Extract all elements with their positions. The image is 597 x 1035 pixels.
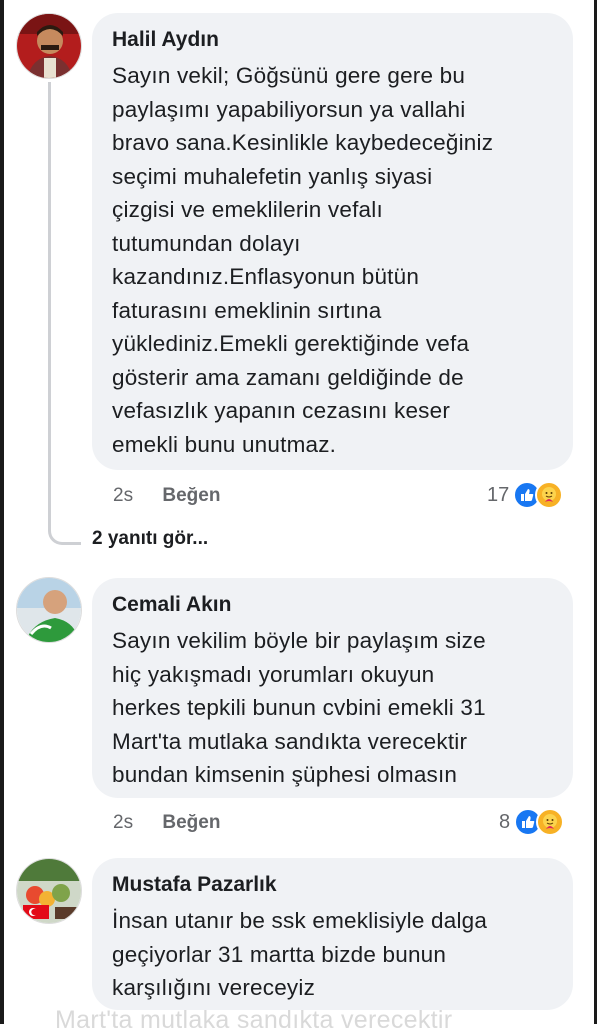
- partial-bottom-text: Mart'ta mutlaka sandıkta verecektir: [55, 1006, 453, 1034]
- comment-text: Sayın vekilim böyle bir paylaşım size hi…: [112, 628, 486, 787]
- avatar-image: [17, 578, 81, 642]
- avatar[interactable]: [16, 858, 82, 924]
- comment-author[interactable]: Mustafa Pazarlık: [112, 872, 553, 898]
- avatar-image: [17, 859, 81, 923]
- like-button[interactable]: Beğen: [162, 485, 220, 506]
- avatar[interactable]: [16, 577, 82, 643]
- reaction-count: 8: [499, 810, 511, 833]
- view-replies-link[interactable]: 2 yanıtı gör...: [92, 528, 208, 550]
- reaction-summary[interactable]: 17: [487, 481, 564, 509]
- like-button[interactable]: Beğen: [162, 812, 220, 833]
- screen-frame-left: [0, 0, 4, 1024]
- care-reaction-icon: [535, 481, 564, 509]
- comment-actions: 2s Beğen: [113, 812, 220, 834]
- comment-author[interactable]: Halil Aydın: [112, 27, 553, 53]
- reaction-count: 17: [487, 483, 510, 506]
- avatar-image: [17, 14, 81, 78]
- comment-time[interactable]: 2s: [113, 485, 133, 506]
- care-reaction-icon: [536, 808, 565, 836]
- comment-text: İnsan utanır be ssk emeklisiyle dalga ge…: [112, 908, 488, 1000]
- avatar[interactable]: [16, 13, 82, 79]
- comment-author[interactable]: Cemali Akın: [112, 592, 553, 618]
- comment-bubble: Halil Aydın Sayın vekil; Göğsünü gere ge…: [92, 13, 573, 470]
- comment-bubble: Cemali Akın Sayın vekilim böyle bir payl…: [92, 578, 573, 798]
- reaction-summary[interactable]: 8: [499, 808, 565, 836]
- comment-bubble: Mustafa Pazarlık İnsan utanır be ssk eme…: [92, 858, 573, 1010]
- comment-text: Sayın vekil; Göğsünü gere gere bu paylaş…: [112, 63, 494, 457]
- comment-actions: 2s Beğen: [113, 485, 220, 507]
- comment-time[interactable]: 2s: [113, 812, 133, 833]
- thread-connector: [48, 82, 81, 545]
